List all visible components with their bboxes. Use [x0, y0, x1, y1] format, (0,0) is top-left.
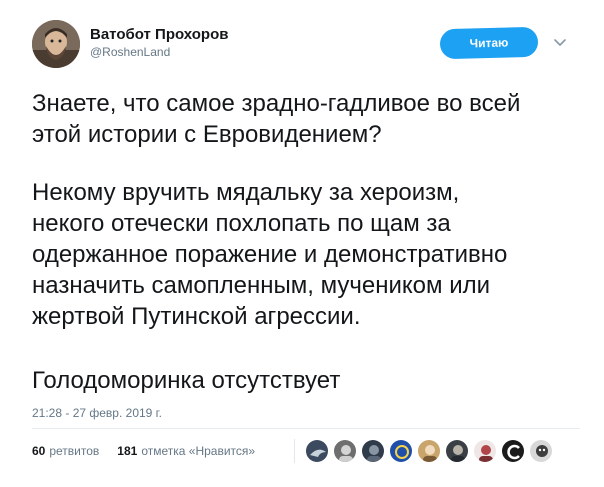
author-names: Ватобот Прохоров @RoshenLand	[90, 26, 228, 60]
chevron-down-icon[interactable]	[552, 34, 568, 50]
avatar-face-icon	[362, 440, 384, 462]
author-display-name[interactable]: Ватобот Прохоров	[90, 26, 228, 44]
like-label[interactable]: отметка «Нравится»	[141, 444, 255, 458]
avatar-bird-icon	[306, 440, 328, 462]
avatar-face-icon	[334, 440, 356, 462]
tweet-text-paragraph: Голодоморинка отсутствует	[32, 367, 341, 394]
retweet-count[interactable]: 60	[32, 444, 45, 458]
liker-avatar[interactable]	[333, 439, 357, 463]
avatar-logo-icon	[502, 440, 524, 462]
liker-avatar[interactable]	[389, 439, 413, 463]
author-handle[interactable]: @RoshenLand	[90, 44, 228, 60]
following-button[interactable]: Читаю	[439, 26, 539, 60]
like-count[interactable]: 181	[117, 444, 137, 458]
tweet-text-paragraph: Некому вручить мядальку за хероизм, неко…	[32, 179, 508, 330]
liker-avatars	[294, 438, 557, 464]
tweet-card: Ватобот Прохоров @RoshenLand Читаю Знает…	[0, 0, 604, 487]
user-photo-icon	[32, 20, 80, 68]
avatar-face-icon	[474, 440, 496, 462]
tweet-header: Ватобот Прохоров @RoshenLand Читаю	[32, 20, 592, 72]
tweet-text-paragraph: Знаете, что самое зрадно-гадливое во все…	[32, 90, 521, 148]
avatar-face-icon	[446, 440, 468, 462]
liker-avatar[interactable]	[361, 439, 385, 463]
liker-avatar[interactable]	[305, 439, 329, 463]
liker-avatar[interactable]	[529, 439, 553, 463]
liker-avatar[interactable]	[501, 439, 525, 463]
liker-avatar[interactable]	[473, 439, 497, 463]
author-avatar[interactable]	[32, 20, 80, 68]
liker-avatar[interactable]	[417, 439, 441, 463]
liker-avatar[interactable]	[445, 439, 469, 463]
tweet-stats: 60 ретвитов 181 отметка «Нравится»	[32, 444, 255, 458]
avatar-face-icon	[418, 440, 440, 462]
avatar-face-icon	[530, 440, 552, 462]
retweet-label[interactable]: ретвитов	[49, 444, 99, 458]
tweet-timestamp[interactable]: 21:28 - 27 февр. 2019 г.	[32, 406, 162, 420]
avatar-badge-icon	[390, 440, 412, 462]
divider	[294, 439, 295, 463]
divider	[32, 428, 580, 429]
